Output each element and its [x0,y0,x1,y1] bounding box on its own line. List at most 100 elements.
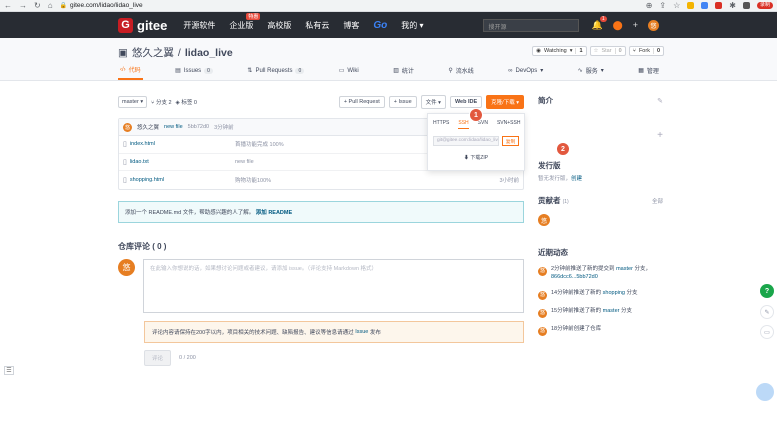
extension-icon[interactable] [687,2,695,9]
eye-icon: ◉ [536,48,541,54]
forward-icon[interactable]: → [19,1,27,10]
address-bar[interactable]: 🔒 gitee.com/lidao/lidao_live [60,2,143,9]
activity-link[interactable]: master [603,308,620,314]
release-desc: 暂无发行版，创建 [538,176,583,182]
web-ide-button[interactable]: Web IDE [449,96,483,108]
settings-icon: ▦ [638,68,644,74]
nav-enterprise[interactable]: 企业版 特惠 [229,12,261,31]
help-button[interactable]: ? [760,284,774,298]
user-avatar[interactable]: 悠 [648,19,659,31]
repo-owner-link[interactable]: 悠久之翼 [132,45,174,60]
bookmark-star-icon[interactable]: ☆ [673,1,680,10]
comment-input[interactable]: 在此输入你想说的话，如果想讨论问题或者建议，请添加 issue。（评论支持 Ma… [143,258,524,313]
file-commit-message[interactable]: 购物功能100% [235,176,499,184]
site-header: G gitee 开源软件 企业版 特惠 高校版 私有云 博客 Go 我的 ▾ 搜开… [0,12,777,38]
table-row[interactable]: ▯ shopping.html 购物功能100% 3小时前 [119,171,523,189]
notification-count: 1 [599,15,607,22]
search-input[interactable]: 搜开源 [483,18,580,32]
file-name[interactable]: index.html [130,141,155,147]
tags-link[interactable]: ◈ 标签 0 [176,98,197,106]
tab-pipeline[interactable]: ⚲ 流水线 [446,65,475,80]
copy-url-button[interactable]: 复制 [502,136,519,146]
plus-icon[interactable]: + [633,20,638,30]
profile-icon[interactable] [742,2,750,9]
tab-wiki[interactable]: ▭ Wiki [337,65,361,80]
branches-link[interactable]: ⑂ 分支 2 [151,98,171,106]
new-pull-request-button[interactable]: + Pull Request [338,96,385,108]
activity-avatar: 悠 [538,267,547,276]
menu-icon[interactable]: ☰ [4,366,14,375]
submit-comment-button[interactable]: 评论 [144,349,172,366]
back-icon[interactable]: ← [4,1,12,10]
location-icon[interactable]: ⬤ [613,20,623,31]
new-issue-button[interactable]: + Issue [388,96,417,108]
list-item: 悠 18分钟前创建了仓库 [538,326,663,336]
nav-education[interactable]: 高校版 [267,20,291,31]
extension-icon[interactable] [701,2,709,9]
download-zip-link[interactable]: ⬇ 下载ZIP [428,154,524,161]
feedback-icon[interactable]: ✎ [760,305,774,319]
tab-pull-requests[interactable]: ⇅ Pull Requests 0 [245,65,306,80]
activity-avatar: 悠 [538,308,547,318]
nav-go[interactable]: Go [373,20,387,31]
all-contributors-link[interactable]: 全部 [652,197,663,205]
assistant-bubble[interactable] [756,383,774,401]
edit-icon[interactable]: ✎ [657,97,663,105]
tab-svn-ssh[interactable]: SVN+SSH [497,120,520,129]
contributor-avatar[interactable]: 悠 [538,214,550,226]
file-name[interactable]: lidao.txt [130,159,149,165]
nav-open-source[interactable]: 开源软件 [183,20,215,31]
tab-devops[interactable]: ∞ DevOps ▾ [506,65,545,80]
clone-download-button[interactable]: 克隆/下载 ▾ [486,95,524,109]
share-icon[interactable]: ⇪ [659,1,666,10]
file-menu-button[interactable]: 文件 ▾ [420,95,446,109]
infinity-icon: ∞ [508,67,513,74]
home-icon[interactable]: ⌂ [48,1,53,10]
add-readme-link[interactable]: 添加 README [256,208,292,216]
avatar: 悠 [118,258,135,276]
star-button[interactable]: ☆ Star 0 [589,46,626,56]
tab-https[interactable]: HTTPS [433,120,449,129]
activity-commit-range[interactable]: 866dcc6...5bb72d0 [551,274,598,280]
tab-issues[interactable]: ▤ Issues 0 [173,65,215,80]
commit-author[interactable]: 悠久之翼 [137,123,159,131]
tag-icon: ◈ [175,100,180,106]
tab-code[interactable]: ‹/› 代码 [118,65,143,80]
tab-stats[interactable]: ▥ 统计 [391,65,416,80]
char-counter: 0 / 200 [179,354,196,361]
record-badge[interactable]: 录制 [756,2,773,9]
tab-ssh[interactable]: SSH [458,120,469,129]
commit-time: 3分钟前 [214,125,234,131]
clone-url-field[interactable]: git@gitee.com:lidao/lidao_live.git [433,136,499,146]
repo-name-link[interactable]: lidao_live [185,47,233,59]
chat-icon[interactable]: ▭ [760,325,774,339]
activity-link[interactable]: shopping [603,290,625,296]
file-name[interactable]: shopping.html [130,177,164,183]
zoom-icon[interactable]: ⊕ [646,1,653,10]
tab-svn[interactable]: SVN [478,120,488,129]
create-release-link[interactable]: 创建 [571,176,582,182]
issue-link[interactable]: Issue [355,329,368,335]
extension-icon[interactable] [715,2,723,9]
activity-avatar: 悠 [538,326,547,336]
plus-icon[interactable]: + [657,130,663,141]
activity-avatar: 悠 [538,290,547,300]
tab-manage[interactable]: ▦ 管理 [636,65,661,80]
file-icon: ▯ [123,141,127,149]
branch-select[interactable]: master ▾ [118,96,148,108]
puzzle-icon[interactable]: ✱ [729,1,736,10]
gitee-logo[interactable]: G gitee [118,17,167,33]
commit-message[interactable]: new file [164,124,183,130]
bell-icon[interactable]: 🔔 1 [591,15,607,31]
nav-mine[interactable]: 我的 ▾ [401,20,423,31]
activity-link[interactable]: master [616,266,633,272]
reload-icon[interactable]: ↻ [34,1,41,10]
address-text: gitee.com/lidao/lidao_live [70,2,143,9]
watch-button[interactable]: ◉ Watching ▾ 1 [532,46,587,56]
tab-services[interactable]: ∿ 服务 ▾ [576,65,606,80]
fork-button[interactable]: ⑂ Fork 0 [628,46,664,56]
commit-hash[interactable]: 5bb72d0 [188,124,209,130]
nav-blog[interactable]: 博客 [343,20,359,31]
nav-private-cloud[interactable]: 私有云 [305,20,329,31]
star-icon: ☆ [593,48,599,54]
